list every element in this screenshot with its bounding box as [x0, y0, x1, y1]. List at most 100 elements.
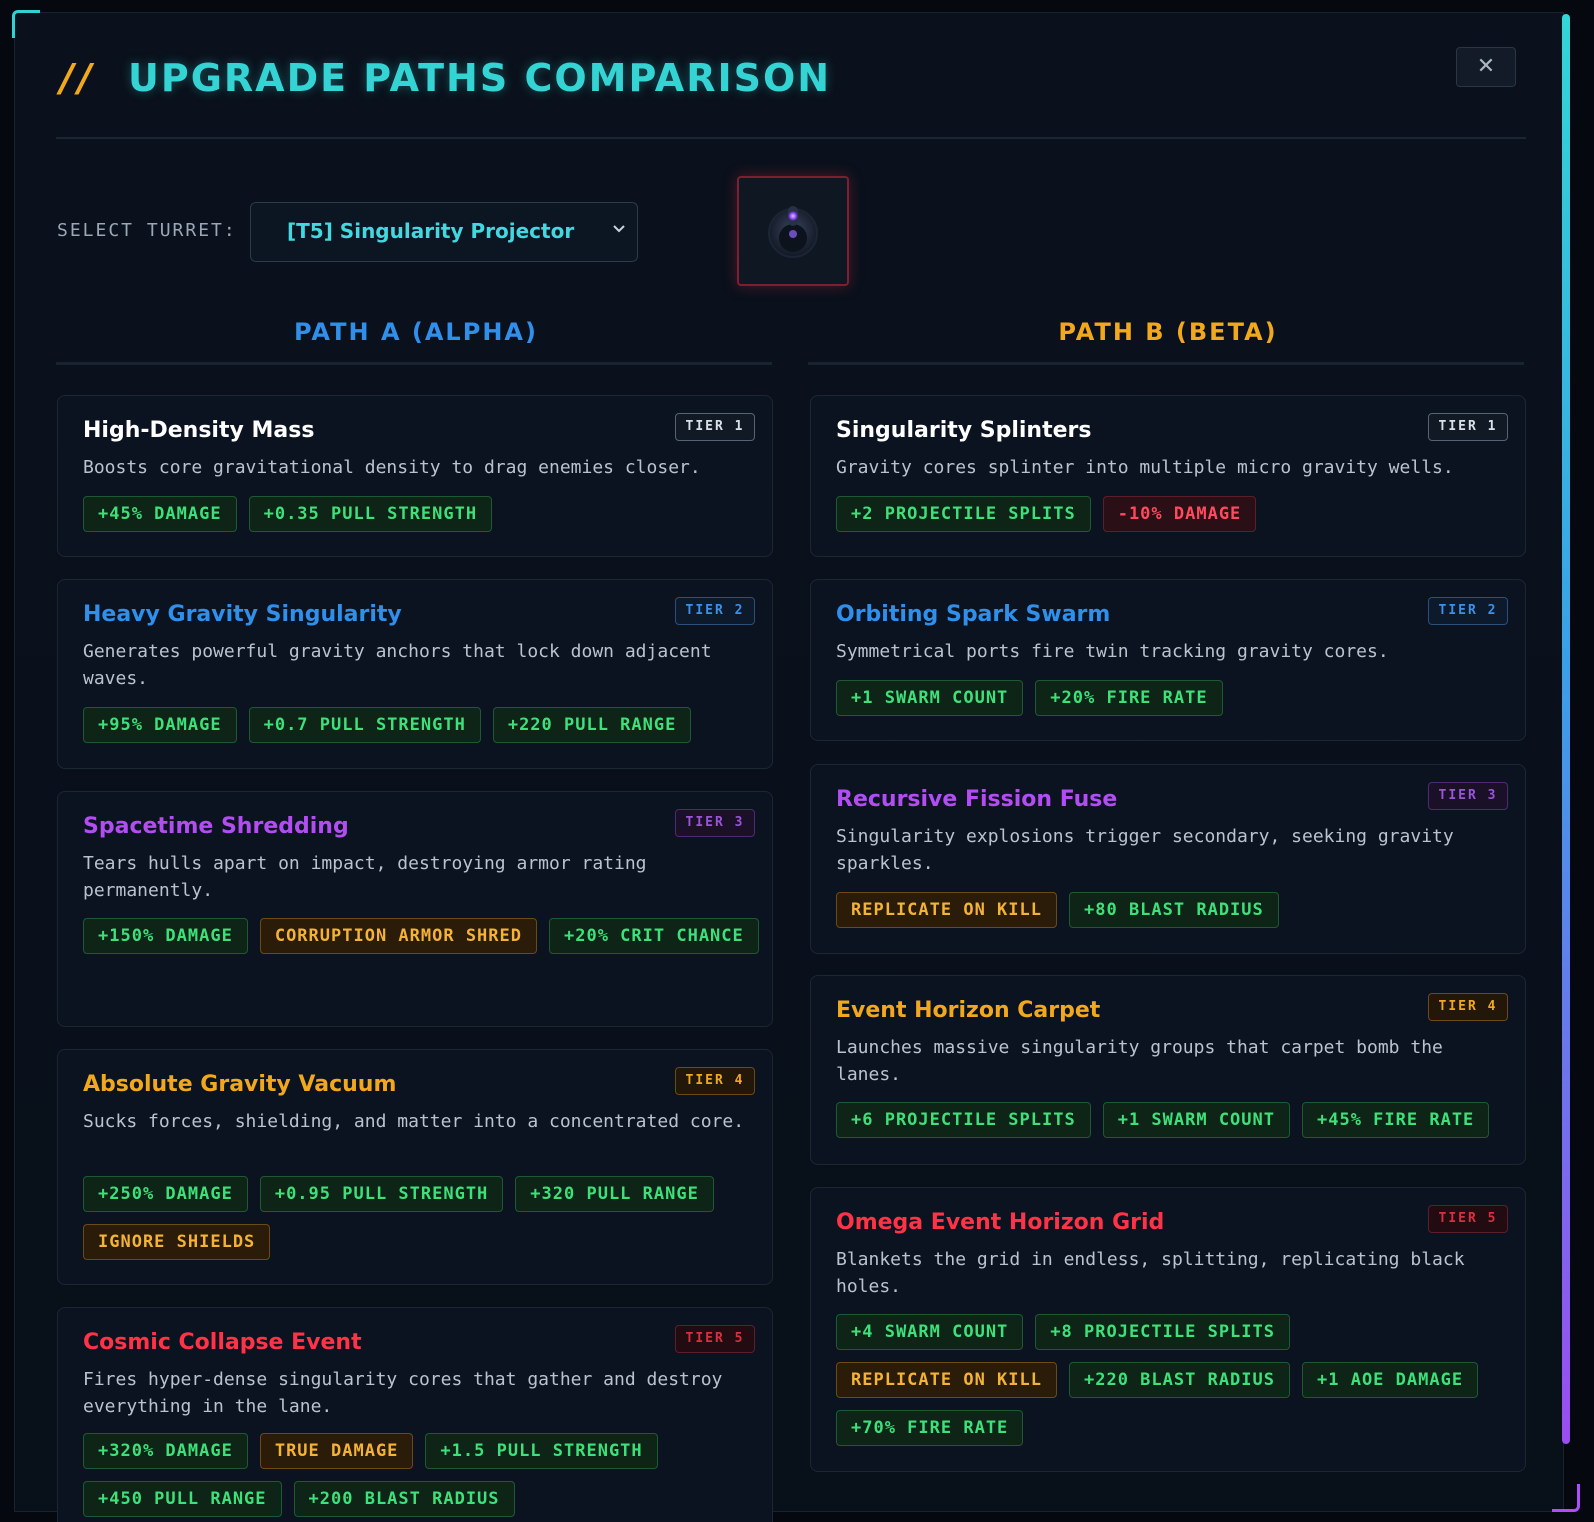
upgrade-name: Orbiting Spark Swarm	[836, 602, 1111, 627]
upgrade-description: Launches massive singularity groups that…	[836, 1037, 1443, 1085]
upgrade-description: Generates powerful gravity anchors that …	[83, 641, 712, 689]
stat-tag: +45% DAMAGE	[83, 496, 237, 532]
page-title: UPGRADE PATHS COMPARISON	[128, 56, 832, 100]
title-slash: //	[60, 56, 96, 100]
stat-tag: IGNORE SHIELDS	[83, 1224, 271, 1260]
stat-tag: TRUE DAMAGE	[259, 1433, 414, 1469]
tier-badge: TIER 5	[1428, 1205, 1508, 1233]
path-a-tier-3-card[interactable]: Spacetime Shredding TIER 3 Tears hulls a…	[57, 791, 773, 1027]
singularity-turret-icon	[768, 206, 818, 258]
upgrade-name: Spacetime Shredding	[83, 814, 349, 839]
stat-tag: +320% DAMAGE	[83, 1433, 248, 1469]
stat-tags: +2 PROJECTILE SPLITS -10% DAMAGE	[836, 496, 1516, 532]
tier-badge: TIER 4	[675, 1067, 755, 1095]
stat-tag: +0.7 PULL STRENGTH	[248, 707, 481, 743]
stat-tag: +1 SWARM COUNT	[836, 680, 1024, 716]
turret-preview	[737, 176, 849, 286]
stat-tag: +2 PROJECTILE SPLITS	[836, 496, 1091, 532]
stat-tag: +1 AOE DAMAGE	[1302, 1362, 1479, 1398]
stat-tag: +95% DAMAGE	[83, 707, 237, 743]
stat-tags: +4 SWARM COUNT +8 PROJECTILE SPLITS REPL…	[836, 1314, 1516, 1446]
path-b-tier-3-card[interactable]: Recursive Fission Fuse TIER 3 Singularit…	[810, 764, 1526, 954]
path-b-tier-2-card[interactable]: Orbiting Spark Swarm TIER 2 Symmetrical …	[810, 579, 1526, 741]
upgrade-description: Symmetrical ports fire twin tracking gra…	[836, 641, 1389, 662]
select-turret-label: SELECT TURRET:	[57, 220, 237, 241]
stat-tags: +150% DAMAGE CORRUPTION ARMOR SHRED +20%…	[83, 918, 763, 954]
stat-tag: +8 PROJECTILE SPLITS	[1035, 1314, 1290, 1350]
stat-tags: +6 PROJECTILE SPLITS +1 SWARM COUNT +45%…	[836, 1102, 1516, 1138]
stat-tag: CORRUPTION ARMOR SHRED	[259, 918, 537, 954]
tier-badge: TIER 1	[1428, 413, 1508, 441]
close-icon: ✕	[1476, 54, 1496, 79]
stat-tag: +80 BLAST RADIUS	[1069, 892, 1279, 928]
stat-tag: +6 PROJECTILE SPLITS	[836, 1102, 1091, 1138]
tier-badge: TIER 2	[675, 597, 755, 625]
turret-select-value: [T5] Singularity Projector	[287, 219, 575, 243]
stat-tag: +70% FIRE RATE	[836, 1410, 1024, 1446]
scrollbar[interactable]	[1562, 14, 1570, 1444]
stat-tag: +200 BLAST RADIUS	[293, 1481, 515, 1517]
upgrade-name: Heavy Gravity Singularity	[83, 602, 402, 627]
stat-tag: +1.5 PULL STRENGTH	[425, 1433, 658, 1469]
stat-tag: +20% CRIT CHANCE	[549, 918, 759, 954]
upgrade-name: Event Horizon Carpet	[836, 998, 1101, 1023]
upgrade-name: Omega Event Horizon Grid	[836, 1210, 1165, 1235]
frame-corner-top-left	[12, 10, 40, 38]
header-divider	[56, 137, 1526, 139]
path-a-tier-5-card[interactable]: Cosmic Collapse Event TIER 5 Fires hyper…	[57, 1307, 773, 1522]
upgrade-description: Sucks forces, shielding, and matter into…	[83, 1111, 745, 1132]
upgrade-name: Cosmic Collapse Event	[83, 1330, 362, 1355]
path-b-title: PATH B (BETA)	[1058, 318, 1278, 346]
stat-tags: +1 SWARM COUNT +20% FIRE RATE	[836, 680, 1516, 716]
upgrade-description: Blankets the grid in endless, splitting,…	[836, 1249, 1465, 1297]
upgrade-description: Singularity explosions trigger secondary…	[836, 826, 1454, 874]
turret-select[interactable]: [T5] Singularity Projector	[250, 202, 638, 262]
upgrade-name: High-Density Mass	[83, 418, 315, 443]
upgrade-description: Fires hyper-dense singularity cores that…	[83, 1369, 723, 1417]
path-a-tier-4-card[interactable]: Absolute Gravity Vacuum TIER 4 Sucks for…	[57, 1049, 773, 1285]
path-a-title: PATH A (ALPHA)	[294, 318, 538, 346]
stat-tag: +220 PULL RANGE	[492, 707, 692, 743]
stat-tag: +20% FIRE RATE	[1035, 680, 1223, 716]
stat-tag: +250% DAMAGE	[83, 1176, 248, 1212]
tier-badge: TIER 3	[1428, 782, 1508, 810]
stat-tag: REPLICATE ON KILL	[836, 892, 1057, 928]
upgrade-name: Recursive Fission Fuse	[836, 787, 1118, 812]
tier-badge: TIER 3	[675, 809, 755, 837]
modal-header: // UPGRADE PATHS COMPARISON ✕	[56, 47, 1516, 140]
path-b-tier-4-card[interactable]: Event Horizon Carpet TIER 4 Launches mas…	[810, 975, 1526, 1165]
path-b-tier-5-card[interactable]: Omega Event Horizon Grid TIER 5 Blankets…	[810, 1187, 1526, 1472]
stat-tag: +150% DAMAGE	[83, 918, 248, 954]
upgrade-description: Gravity cores splinter into multiple mic…	[836, 457, 1454, 478]
stat-tag: +0.95 PULL STRENGTH	[259, 1176, 504, 1212]
stat-tags: +250% DAMAGE +0.95 PULL STRENGTH +320 PU…	[83, 1176, 763, 1260]
stat-tag: +4 SWARM COUNT	[836, 1314, 1024, 1350]
path-a-tier-1-card[interactable]: High-Density Mass TIER 1 Boosts core gra…	[57, 395, 773, 557]
path-b-tier-1-card[interactable]: Singularity Splinters TIER 1 Gravity cor…	[810, 395, 1526, 557]
tier-badge: TIER 2	[1428, 597, 1508, 625]
stat-tag: -10% DAMAGE	[1102, 496, 1257, 532]
tier-badge: TIER 5	[675, 1325, 755, 1353]
close-button[interactable]: ✕	[1456, 47, 1516, 87]
tier-badge: TIER 1	[675, 413, 755, 441]
stat-tag: +320 PULL RANGE	[515, 1176, 714, 1212]
path-a-divider	[56, 362, 772, 365]
stat-tag: REPLICATE ON KILL	[836, 1362, 1057, 1398]
upgrade-description: Boosts core gravitational density to dra…	[83, 457, 701, 478]
stat-tag: +220 BLAST RADIUS	[1069, 1362, 1290, 1398]
path-a-tier-2-card[interactable]: Heavy Gravity Singularity TIER 2 Generat…	[57, 579, 773, 769]
stat-tags: +45% DAMAGE +0.35 PULL STRENGTH	[83, 496, 763, 532]
stat-tag: +0.35 PULL STRENGTH	[248, 496, 493, 532]
stat-tag: +1 SWARM COUNT	[1102, 1102, 1290, 1138]
stat-tags: +320% DAMAGE TRUE DAMAGE +1.5 PULL STREN…	[83, 1433, 763, 1517]
tier-badge: TIER 4	[1428, 993, 1508, 1021]
frame-corner-bottom-right	[1552, 1484, 1580, 1512]
stat-tags: +95% DAMAGE +0.7 PULL STRENGTH +220 PULL…	[83, 707, 763, 743]
stat-tags: REPLICATE ON KILL +80 BLAST RADIUS	[836, 892, 1516, 928]
upgrade-name: Singularity Splinters	[836, 418, 1092, 443]
chevron-down-icon	[613, 225, 625, 233]
stat-tag: +45% FIRE RATE	[1302, 1102, 1490, 1138]
upgrade-description: Tears hulls apart on impact, destroying …	[83, 853, 647, 901]
path-b-divider	[808, 362, 1524, 365]
stat-tag: +450 PULL RANGE	[83, 1481, 282, 1517]
